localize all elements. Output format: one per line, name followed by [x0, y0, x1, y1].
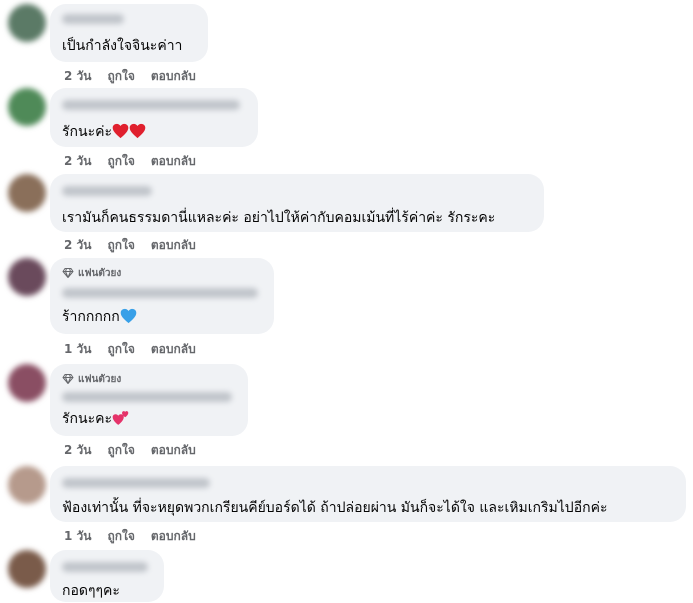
- red-heart-icon: [129, 123, 146, 139]
- blue-heart-icon: [120, 308, 137, 324]
- like-button[interactable]: ถูกใจ: [107, 152, 134, 171]
- reply-button[interactable]: ตอบกลับ: [151, 441, 196, 460]
- timestamp[interactable]: 2 วัน: [64, 152, 91, 171]
- comment-text: เป็นกำลังใจจินะค่าา: [62, 38, 183, 54]
- comment-text: รักนะค่ะ: [62, 123, 246, 142]
- like-button[interactable]: ถูกใจ: [107, 236, 134, 255]
- avatar[interactable]: [8, 174, 46, 212]
- avatar[interactable]: [8, 4, 46, 42]
- like-button[interactable]: ถูกใจ: [107, 527, 134, 546]
- timestamp[interactable]: 2 วัน: [64, 67, 91, 86]
- avatar[interactable]: [8, 258, 46, 296]
- commenter-name[interactable]: [62, 562, 148, 572]
- like-button[interactable]: ถูกใจ: [107, 340, 134, 359]
- comment-text: กอดๆๆคะ: [62, 583, 120, 599]
- top-fan-badge: แฟนตัวยง: [62, 266, 262, 280]
- reply-button[interactable]: ตอบกลับ: [151, 67, 196, 86]
- comment-bubble: แฟนตัวยง ร้ากกกกก: [50, 258, 274, 334]
- comment-bubble: กอดๆๆคะ: [50, 550, 164, 602]
- red-heart-icon: [112, 123, 129, 139]
- commenter-name[interactable]: [62, 478, 210, 488]
- timestamp[interactable]: 2 วัน: [64, 441, 91, 460]
- comment-text: ฟ้องเท่านั้น ที่จะหยุดพวกเกรียนคีย์บอร์ด…: [62, 500, 608, 516]
- commenter-name[interactable]: [62, 186, 152, 196]
- comment-text: เรามันก็คนธรรมดานี่แหละค่ะ อย่าไปให้ค่าก…: [62, 210, 496, 226]
- comment-text: รักนะคะ: [62, 410, 236, 429]
- comment-bubble: รักนะค่ะ: [50, 88, 258, 147]
- comment-bubble: ฟ้องเท่านั้น ที่จะหยุดพวกเกรียนคีย์บอร์ด…: [50, 466, 686, 522]
- reply-button[interactable]: ตอบกลับ: [151, 340, 196, 359]
- comment-actions: 2 วัน ถูกใจ ตอบกลับ: [64, 67, 196, 86]
- comment-actions: 1 วัน ถูกใจ ตอบกลับ: [64, 527, 196, 546]
- avatar[interactable]: [8, 466, 46, 504]
- comment-actions: 2 วัน ถูกใจ ตอบกลับ: [64, 152, 196, 171]
- like-button[interactable]: ถูกใจ: [107, 441, 134, 460]
- top-fan-badge: แฟนตัวยง: [62, 372, 236, 386]
- commenter-name[interactable]: [62, 392, 232, 402]
- reply-button[interactable]: ตอบกลับ: [151, 152, 196, 171]
- comment-text: ร้ากกกกก: [62, 308, 262, 327]
- comment-actions: 2 วัน ถูกใจ ตอบกลับ: [64, 236, 196, 255]
- reply-button[interactable]: ตอบกลับ: [151, 527, 196, 546]
- two-hearts-icon: [112, 411, 129, 425]
- comment-bubble: เป็นกำลังใจจินะค่าา: [50, 4, 208, 62]
- comment-bubble: เรามันก็คนธรรมดานี่แหละค่ะ อย่าไปให้ค่าก…: [50, 174, 544, 232]
- badge-label: แฟนตัวยง: [78, 373, 122, 385]
- timestamp[interactable]: 1 วัน: [64, 340, 91, 359]
- timestamp[interactable]: 1 วัน: [64, 527, 91, 546]
- timestamp[interactable]: 2 วัน: [64, 236, 91, 255]
- comment-bubble: แฟนตัวยง รักนะคะ: [50, 364, 248, 436]
- commenter-name[interactable]: [62, 100, 240, 110]
- avatar[interactable]: [8, 550, 46, 588]
- comment-actions: 2 วัน ถูกใจ ตอบกลับ: [64, 441, 196, 460]
- diamond-icon: [62, 374, 74, 384]
- diamond-icon: [62, 268, 74, 278]
- avatar[interactable]: [8, 364, 46, 402]
- like-button[interactable]: ถูกใจ: [107, 67, 134, 86]
- comment-actions: 1 วัน ถูกใจ ตอบกลับ: [64, 340, 196, 359]
- badge-label: แฟนตัวยง: [78, 267, 122, 279]
- commenter-name[interactable]: [62, 14, 124, 24]
- reply-button[interactable]: ตอบกลับ: [151, 236, 196, 255]
- commenter-name[interactable]: [62, 288, 258, 298]
- avatar[interactable]: [8, 88, 46, 126]
